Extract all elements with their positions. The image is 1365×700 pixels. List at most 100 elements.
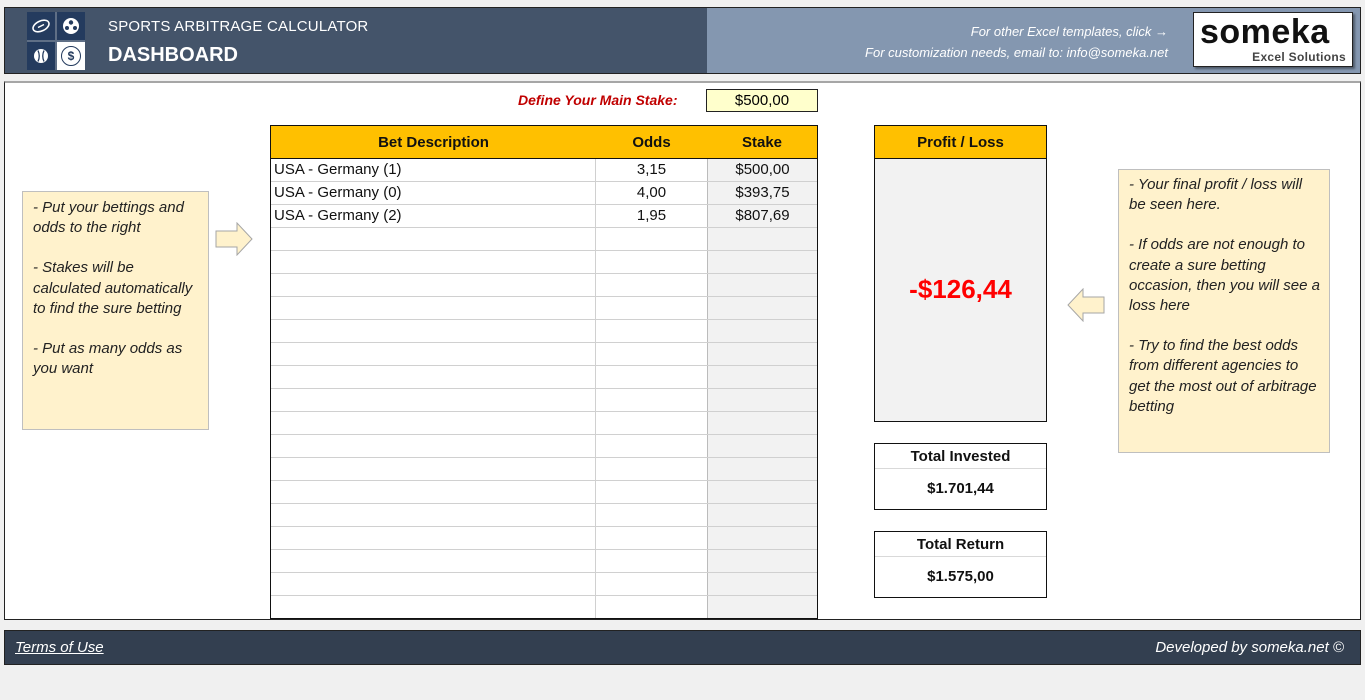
- odds-cell[interactable]: [596, 228, 708, 250]
- bet-description-cell[interactable]: [271, 550, 596, 572]
- soccer-ball-icon: [57, 12, 85, 40]
- note-line: - If odds are not enough to create a sur…: [1129, 236, 1320, 315]
- bet-description-cell[interactable]: USA - Germany (2): [271, 205, 596, 227]
- arrow-right-icon: [215, 222, 253, 256]
- odds-cell[interactable]: [596, 596, 708, 618]
- odds-cell[interactable]: [596, 320, 708, 342]
- table-row: [271, 228, 817, 251]
- odds-cell[interactable]: [596, 573, 708, 595]
- odds-cell[interactable]: 3,15: [596, 159, 708, 181]
- total-invested-label: Total Invested: [875, 444, 1046, 469]
- odds-cell[interactable]: [596, 251, 708, 273]
- stake-cell: [708, 573, 817, 595]
- bet-description-cell[interactable]: [271, 228, 596, 250]
- stake-cell: [708, 458, 817, 480]
- brand-tagline: Excel Solutions: [1252, 50, 1346, 64]
- total-invested-panel: Total Invested $1.701,44: [874, 443, 1047, 510]
- bet-description-cell[interactable]: [271, 251, 596, 273]
- odds-cell[interactable]: [596, 435, 708, 457]
- bet-description-cell[interactable]: [271, 297, 596, 319]
- bet-description-cell[interactable]: [271, 573, 596, 595]
- odds-cell[interactable]: 4,00: [596, 182, 708, 204]
- brand-name: someka: [1200, 13, 1330, 51]
- odds-cell[interactable]: [596, 343, 708, 365]
- stake-cell: $807,69: [708, 205, 817, 227]
- terms-of-use-link[interactable]: Terms of Use: [15, 639, 104, 656]
- bet-description-cell[interactable]: [271, 366, 596, 388]
- bet-description-cell[interactable]: [271, 343, 596, 365]
- stake-cell: [708, 228, 817, 250]
- dollar-icon: $: [57, 42, 85, 70]
- page-title: DASHBOARD: [108, 44, 238, 66]
- total-return-panel: Total Return $1.575,00: [874, 531, 1047, 598]
- header-bar: $ SPORTS ARBITRAGE CALCULATOR DASHBOARD …: [4, 7, 1361, 74]
- table-row: [271, 297, 817, 320]
- stake-cell: [708, 435, 817, 457]
- stake-cell: [708, 527, 817, 549]
- bet-description-cell[interactable]: [271, 481, 596, 503]
- table-row: [271, 458, 817, 481]
- bet-description-cell[interactable]: USA - Germany (0): [271, 182, 596, 204]
- odds-cell[interactable]: [596, 550, 708, 572]
- app-subtitle: SPORTS ARBITRAGE CALCULATOR: [108, 18, 369, 35]
- odds-cell[interactable]: [596, 297, 708, 319]
- table-row: USA - Germany (0) 4,00 $393,75: [271, 182, 817, 205]
- total-invested-value: $1.701,44: [927, 480, 994, 497]
- table-row: [271, 251, 817, 274]
- odds-cell[interactable]: [596, 504, 708, 526]
- stake-cell: [708, 274, 817, 296]
- table-header: Bet Description Odds Stake: [271, 126, 817, 159]
- profit-loss-panel: Profit / Loss -$126,44: [874, 125, 1047, 422]
- stake-cell: $500,00: [708, 159, 817, 181]
- bet-description-cell[interactable]: [271, 527, 596, 549]
- stake-cell: [708, 504, 817, 526]
- table-row: [271, 343, 817, 366]
- bet-description-cell[interactable]: [271, 389, 596, 411]
- column-header-odds: Odds: [632, 133, 671, 151]
- odds-cell[interactable]: [596, 274, 708, 296]
- table-row: [271, 481, 817, 504]
- bet-description-cell[interactable]: [271, 274, 596, 296]
- table-row: [271, 573, 817, 596]
- table-row: [271, 320, 817, 343]
- stake-cell: [708, 320, 817, 342]
- someka-logo[interactable]: someka Excel Solutions: [1193, 12, 1353, 67]
- odds-cell[interactable]: [596, 412, 708, 434]
- stake-cell: [708, 550, 817, 572]
- odds-cell[interactable]: [596, 481, 708, 503]
- odds-cell[interactable]: 1,95: [596, 205, 708, 227]
- baseball-icon: [27, 42, 55, 70]
- table-row: USA - Germany (1) 3,15 $500,00: [271, 159, 817, 182]
- stake-cell: [708, 366, 817, 388]
- bet-description-cell[interactable]: [271, 504, 596, 526]
- main-stake-input[interactable]: [706, 89, 818, 112]
- stake-cell: [708, 343, 817, 365]
- arrow-left-icon: [1067, 288, 1105, 322]
- stake-cell: $393,75: [708, 182, 817, 204]
- instructions-note-right: - Your final profit / loss will be seen …: [1118, 169, 1330, 453]
- odds-cell[interactable]: [596, 389, 708, 411]
- bet-description-cell[interactable]: [271, 435, 596, 457]
- stake-cell: [708, 251, 817, 273]
- bet-description-cell[interactable]: [271, 458, 596, 480]
- column-header-stake: Stake: [741, 133, 783, 151]
- stake-cell: [708, 389, 817, 411]
- odds-cell[interactable]: [596, 366, 708, 388]
- note-line: - Try to find the best odds from differe…: [1129, 337, 1317, 415]
- instructions-note-left: - Put your bettings and odds to the righ…: [22, 191, 209, 430]
- bet-description-cell[interactable]: [271, 412, 596, 434]
- odds-cell[interactable]: [596, 458, 708, 480]
- bet-description-cell[interactable]: [271, 596, 596, 618]
- table-row: [271, 366, 817, 389]
- bet-description-cell[interactable]: USA - Germany (1): [271, 159, 596, 181]
- profit-loss-label: Profit / Loss: [875, 126, 1046, 159]
- table-row: [271, 412, 817, 435]
- bet-description-cell[interactable]: [271, 320, 596, 342]
- table-body: USA - Germany (1) 3,15 $500,00 USA - German…: [271, 159, 817, 618]
- templates-link[interactable]: For other Excel templates, click →: [971, 24, 1168, 39]
- table-row: [271, 596, 817, 618]
- odds-cell[interactable]: [596, 527, 708, 549]
- table-row: [271, 435, 817, 458]
- total-return-value: $1.575,00: [927, 568, 994, 585]
- customization-text: For customization needs, email to: info@…: [865, 45, 1168, 60]
